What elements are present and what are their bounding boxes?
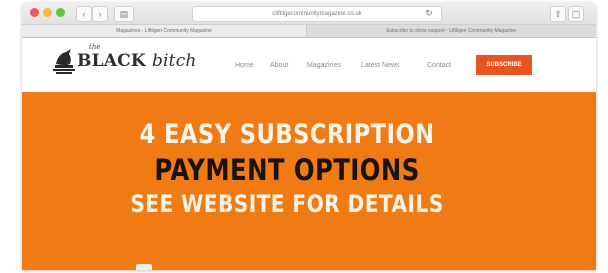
hero-image-fragment — [136, 264, 152, 270]
reload-button[interactable]: ↻ — [422, 6, 436, 20]
logo-script: bitch — [151, 51, 197, 71]
nav-contact[interactable]: Contact — [427, 62, 451, 69]
url-text: cliftligecommunitymagazine.co.uk — [272, 11, 362, 17]
hero-line-2: PAYMENT OPTIONS — [154, 153, 420, 187]
tab-subscribe[interactable]: Subscribe to show support - Liftligen Co… — [308, 25, 594, 37]
logo-brand: BLACK — [77, 51, 146, 71]
forward-button[interactable]: › — [92, 6, 108, 22]
tab-bar: Magazines - Liftligen Community Magazine… — [22, 25, 596, 38]
new-tab-icon: ▢ — [571, 9, 581, 19]
close-window-button[interactable] — [30, 8, 39, 17]
sidebar-icon: ▤ — [119, 9, 129, 19]
back-icon: ‹ — [82, 9, 86, 19]
raven-logo-icon — [53, 49, 75, 74]
new-tab-button[interactable]: ▢ — [568, 6, 584, 22]
minimize-window-button[interactable] — [43, 8, 52, 17]
back-button[interactable]: ‹ — [76, 6, 92, 22]
maximize-window-button[interactable] — [56, 8, 65, 17]
browser-titlebar: ‹ › ▤ cliftligecommunitymagazine.co.uk ↻… — [22, 2, 596, 25]
hero-line-1: 4 EASY SUBSCRIPTION — [139, 119, 435, 150]
tab-label: Subscribe to show support - Liftligen Co… — [385, 28, 517, 34]
nav-magazines[interactable]: Magazines — [307, 62, 341, 69]
share-icon: ⇪ — [554, 9, 562, 19]
nav-home[interactable]: Home — [235, 62, 254, 69]
site-header: the BLACK bitch Home About Magazines Lat… — [22, 38, 596, 92]
sidebar-button[interactable]: ▤ — [114, 6, 134, 22]
share-button[interactable]: ⇪ — [550, 6, 566, 22]
address-bar[interactable]: cliftligecommunitymagazine.co.uk — [192, 6, 442, 22]
hero-line-3: SEE WEBSITE FOR DETAILS — [130, 190, 444, 218]
tab-magazines[interactable]: Magazines - Liftligen Community Magazine — [22, 25, 307, 37]
forward-icon: › — [98, 9, 102, 19]
subscribe-button[interactable]: SUBSCRIBE — [476, 55, 532, 75]
tab-label: Magazines - Liftligen Community Magazine — [116, 28, 212, 34]
logo-prefix: the — [89, 43, 101, 51]
reload-icon: ↻ — [425, 8, 433, 18]
site-logo[interactable]: BLACK bitch — [77, 51, 197, 71]
nav-latest-news[interactable]: Latest News — [361, 62, 400, 69]
nav-about[interactable]: About — [270, 62, 288, 69]
